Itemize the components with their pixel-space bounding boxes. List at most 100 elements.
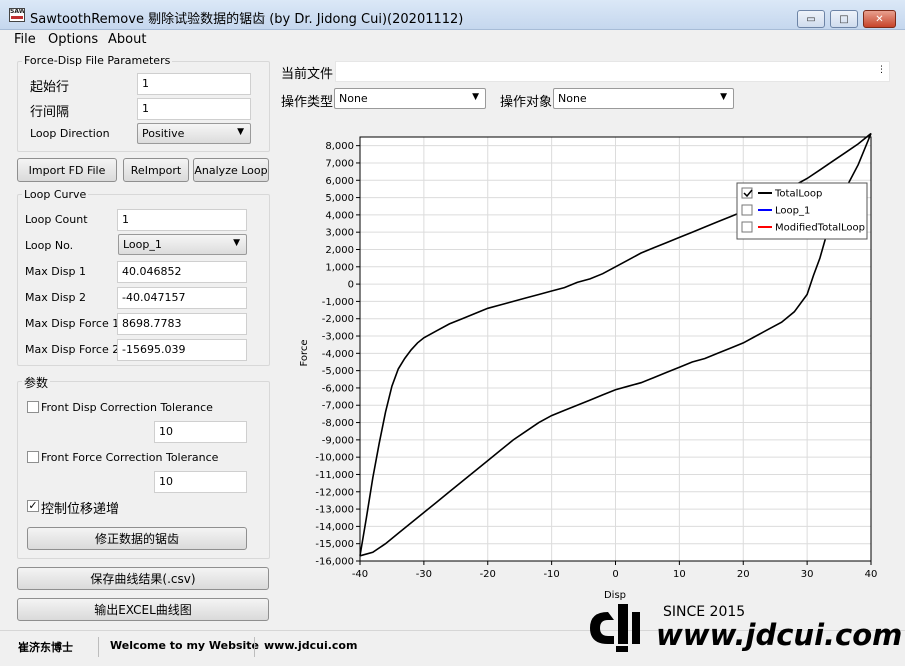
watermark-site: www.jdcui.com <box>656 618 902 652</box>
max-disp-force-2-label: Max Disp Force 2 <box>25 343 120 356</box>
loop-count-input[interactable]: 1 <box>117 209 247 231</box>
x-tick-label: -30 <box>416 569 432 580</box>
loop-count-label: Loop Count <box>25 213 88 226</box>
menu-file[interactable]: File <box>14 32 36 47</box>
front-force-checkbox[interactable] <box>27 451 39 463</box>
close-button[interactable]: ✕ <box>863 10 896 28</box>
y-tick-label: -16,000 <box>315 557 354 568</box>
export-excel-button[interactable]: 输出EXCEL曲线图 <box>17 598 269 621</box>
front-force-input[interactable]: 10 <box>154 471 247 493</box>
resize-grip-icon: ⋮ <box>877 65 886 75</box>
y-tick-label: 0 <box>348 280 354 291</box>
params-title: 参数 <box>22 374 51 391</box>
minimize-icon: ▭ <box>806 13 816 25</box>
chevron-down-icon: ▼ <box>237 127 244 137</box>
x-axis-ticks: -40 -30 -20 -10 0 10 20 30 40 <box>352 561 878 580</box>
y-tick-label: 2,000 <box>325 245 354 256</box>
x-tick-label: 10 <box>673 569 686 580</box>
max-disp-force-2-input[interactable]: -15695.039 <box>117 339 247 361</box>
legend-checkbox-Loop_1 <box>741 204 753 216</box>
y-tick-label: -13,000 <box>315 505 354 516</box>
chevron-down-icon: ▼ <box>472 92 479 102</box>
op-target-select[interactable]: None ▼ <box>553 88 734 109</box>
menu-options[interactable]: Options <box>48 32 98 47</box>
y-tick-label: -10,000 <box>315 453 354 464</box>
window-title: SawtoothRemove 剔除试验数据的锯齿 (by Dr. Jidong … <box>30 12 464 27</box>
legend-label-TotalLoop: TotalLoop <box>774 189 822 200</box>
y-tick-label: -11,000 <box>315 470 354 481</box>
ctrl-disp-checkbox[interactable]: ✓ <box>27 500 39 512</box>
front-force-label: Front Force Correction Tolerance <box>41 451 219 464</box>
max-disp-2-input[interactable]: -40.047157 <box>117 287 247 309</box>
start-row-input[interactable]: 1 <box>137 73 251 95</box>
maximize-button[interactable]: □ <box>830 10 858 28</box>
loop-direction-label: Loop Direction <box>30 127 110 140</box>
current-file-input[interactable]: ⋮ <box>335 61 890 82</box>
max-disp-1-label: Max Disp 1 <box>25 265 86 278</box>
front-disp-input[interactable]: 10 <box>154 421 247 443</box>
op-type-select[interactable]: None ▼ <box>334 88 486 109</box>
loop-curve-title: Loop Curve <box>22 188 89 201</box>
x-tick-label: 0 <box>612 569 618 580</box>
status-divider <box>98 637 99 657</box>
y-tick-label: -6,000 <box>322 383 354 394</box>
x-tick-label: -20 <box>480 569 496 580</box>
y-tick-label: -5,000 <box>322 366 354 377</box>
op-type-label: 操作类型 <box>281 95 334 110</box>
op-target-label: 操作对象 <box>500 95 553 110</box>
y-tick-label: -14,000 <box>315 522 354 533</box>
y-tick-label: 4,000 <box>325 210 354 221</box>
title-bar: SAW SawtoothRemove 剔除试验数据的锯齿 (by Dr. Jid… <box>0 0 905 30</box>
y-tick-label: -3,000 <box>322 332 354 343</box>
close-icon: ✕ <box>875 13 884 25</box>
loop-direction-value: Positive <box>142 127 185 140</box>
loop-direction-select[interactable]: Positive ▼ <box>137 123 251 144</box>
status-divider <box>254 637 255 657</box>
y-tick-label: 3,000 <box>325 228 354 239</box>
max-disp-2-label: Max Disp 2 <box>25 291 86 304</box>
analyze-loop-button[interactable]: Analyze Loop <box>193 158 269 182</box>
minimize-button[interactable]: ▭ <box>797 10 825 28</box>
row-interval-input[interactable]: 1 <box>137 98 251 120</box>
x-tick-label: 20 <box>737 569 750 580</box>
y-tick-label: -15,000 <box>315 539 354 550</box>
legend-label-ModifiedTotalLoop: ModifiedTotalLoop <box>775 223 865 234</box>
max-disp-1-input[interactable]: 40.046852 <box>117 261 247 283</box>
front-disp-checkbox[interactable] <box>27 401 39 413</box>
legend-label-Loop_1: Loop_1 <box>775 206 810 217</box>
jdcui-watermark-logo: SINCE 2015 www.jdcui.com <box>590 604 902 652</box>
save-csv-button[interactable]: 保存曲线结果(.csv) <box>17 567 269 590</box>
x-tick-label: 40 <box>865 569 878 580</box>
maximize-icon: □ <box>839 13 849 25</box>
y-tick-label: 8,000 <box>325 141 354 152</box>
x-tick-label: -40 <box>352 569 368 580</box>
fd-params-title: Force-Disp File Parameters <box>22 54 173 67</box>
max-disp-force-1-input[interactable]: 8698.7783 <box>117 313 247 335</box>
status-welcome: Welcome to my Website <box>110 639 260 652</box>
max-disp-force-1-label: Max Disp Force 1 <box>25 317 120 330</box>
front-disp-label: Front Disp Correction Tolerance <box>41 401 213 414</box>
loop-no-value: Loop_1 <box>123 238 162 251</box>
menu-about[interactable]: About <box>108 32 146 47</box>
status-author: 崔济东博士 <box>18 641 73 654</box>
loop-no-select[interactable]: Loop_1 ▼ <box>118 234 247 255</box>
y-tick-label: 1,000 <box>325 262 354 273</box>
y-tick-label: -1,000 <box>322 297 354 308</box>
chevron-down-icon: ▼ <box>720 92 727 102</box>
reimport-button[interactable]: ReImport <box>123 158 189 182</box>
y-tick-label: -8,000 <box>322 418 354 429</box>
y-tick-label: -2,000 <box>322 314 354 325</box>
ctrl-disp-label: 控制位移递增 <box>41 502 120 517</box>
start-row-label: 起始行 <box>30 80 70 95</box>
legend-checkbox-ModifiedTotalLoop <box>741 221 753 233</box>
row-interval-label: 行间隔 <box>30 105 70 120</box>
jdcui-logo-icon <box>590 604 640 652</box>
import-fd-file-button[interactable]: Import FD File <box>17 158 117 182</box>
y-tick-label: 7,000 <box>325 158 354 169</box>
fix-sawtooth-button[interactable]: 修正数据的锯齿 <box>27 527 247 550</box>
chart-legend: TotalLoop Loop_1 ModifiedTotalLoop <box>736 182 868 240</box>
app-icon: SAW <box>9 8 25 22</box>
x-tick-label: -10 <box>543 569 559 580</box>
force-disp-chart: 8,000 7,000 6,000 5,000 4,000 3,000 2,000 1,000… <box>299 132 878 601</box>
status-url[interactable]: www.jdcui.com <box>264 639 357 652</box>
